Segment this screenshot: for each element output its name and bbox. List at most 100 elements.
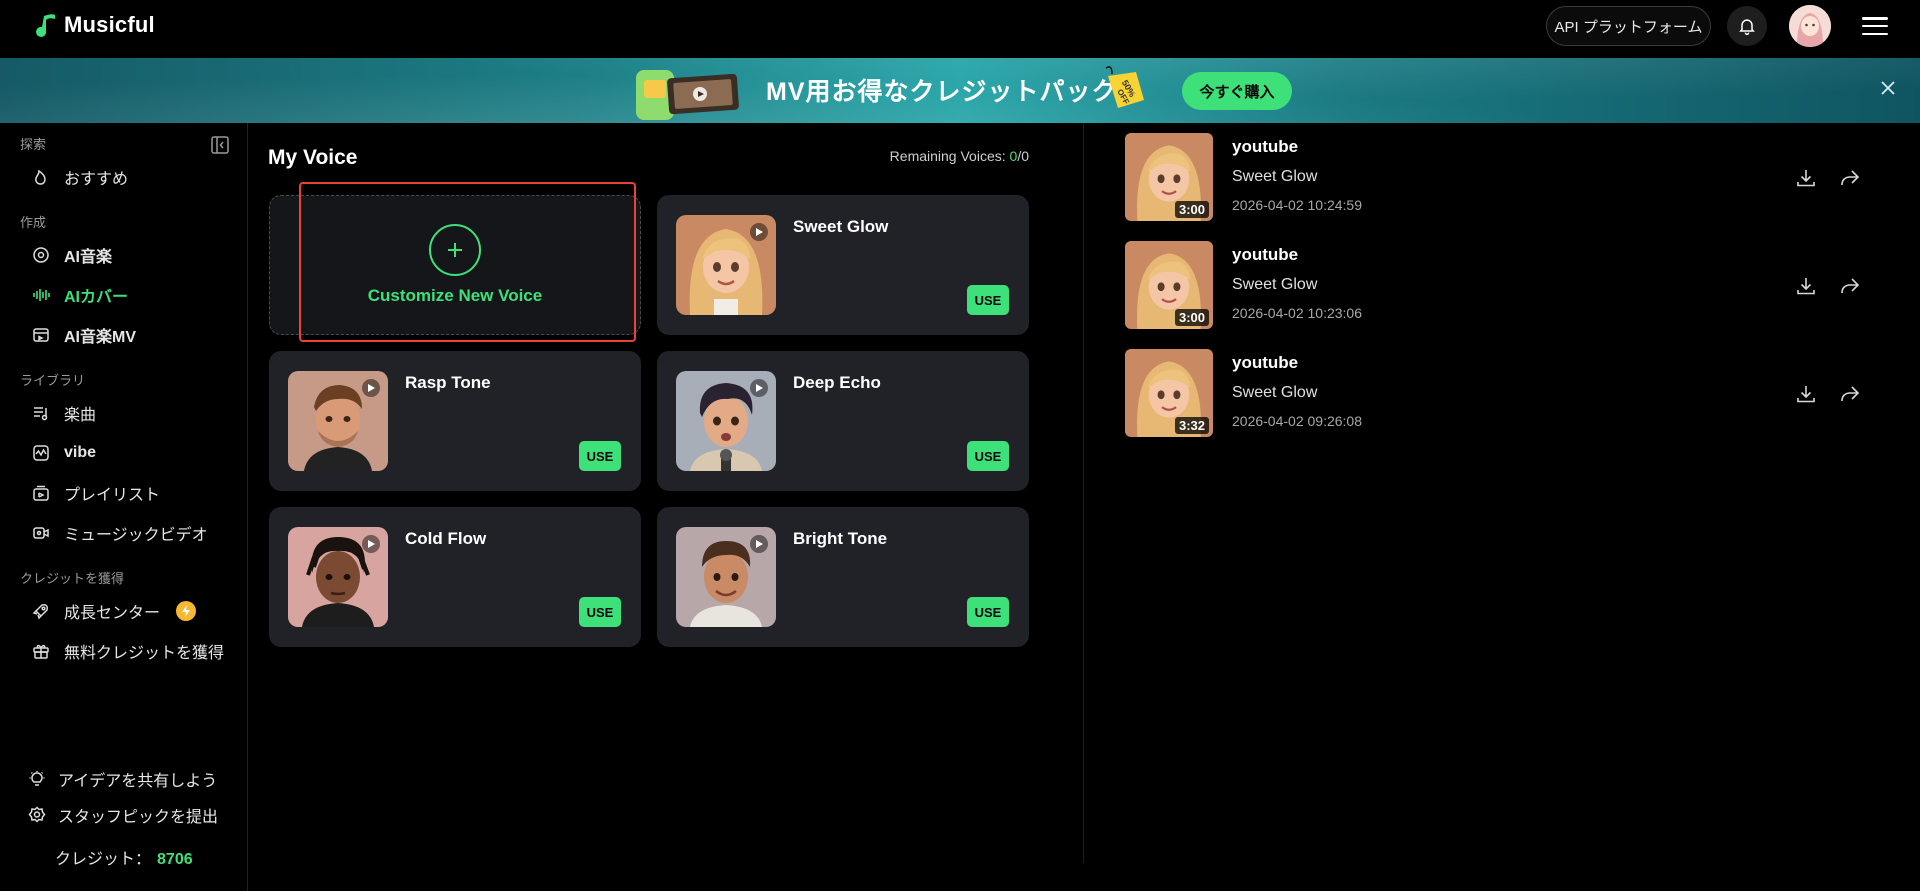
sidebar-item-label: プレイリスト	[64, 487, 161, 504]
panel-divider	[1083, 123, 1084, 863]
track-date: 2026-04-02 10:23:06	[1232, 305, 1362, 321]
voice-name: Sweet Glow	[793, 217, 889, 236]
sidebar-item-free-credits[interactable]: 無料クレジットを獲得	[32, 637, 224, 665]
track-source: youtube	[1232, 137, 1299, 156]
voice-card[interactable]: Bright Tone USE	[657, 507, 1029, 647]
sidebar-item-recommended[interactable]: おすすめ	[32, 163, 128, 191]
customize-voice-card[interactable]: Customize New Voice	[269, 195, 641, 335]
sidebar-item-label: おすすめ	[64, 171, 129, 188]
play-icon[interactable]	[362, 379, 380, 397]
close-icon[interactable]	[1878, 78, 1898, 98]
voice-avatar	[288, 527, 388, 627]
sidebar-item-ai-cover[interactable]: AIカバー	[32, 281, 128, 309]
voice-card[interactable]: Sweet Glow USE	[657, 195, 1029, 335]
page-title: My Voice	[268, 146, 358, 169]
sidebar: 探索 おすすめ 作成 AI音楽 AIカバー AI音楽MV ライブラリ 楽曲 vi…	[0, 123, 248, 891]
track-thumbnail: 3:00	[1125, 133, 1213, 221]
section-label-earn-credits: クレジットを獲得	[20, 571, 125, 586]
track-thumbnail: 3:32	[1125, 349, 1213, 437]
sidebar-item-songs[interactable]: 楽曲	[32, 399, 96, 427]
use-button[interactable]: USE	[967, 441, 1009, 471]
sidebar-item-label: 成長センター	[64, 605, 161, 622]
voice-name: Cold Flow	[405, 529, 487, 548]
film-icon	[33, 328, 49, 342]
banner-illustration	[636, 70, 739, 120]
sidebar-item-label: AIカバー	[64, 289, 129, 306]
app-logo[interactable]: Musicful	[36, 12, 155, 38]
share-icon[interactable]	[1839, 167, 1861, 189]
sidebar-item-growth-center[interactable]: 成長センター	[32, 597, 197, 625]
avatar-image	[1789, 5, 1831, 47]
track-date: 2026-04-02 10:24:59	[1232, 197, 1362, 213]
badge-icon	[28, 806, 46, 823]
credits-label: クレジット：	[55, 851, 152, 868]
waveform-icon	[33, 289, 50, 301]
vibe-icon	[33, 445, 49, 461]
use-button[interactable]: USE	[967, 285, 1009, 315]
buy-now-button[interactable]: 今すぐ購入	[1182, 72, 1292, 110]
playlist-icon	[33, 485, 49, 501]
download-icon[interactable]	[1795, 275, 1817, 297]
sidebar-item-vibe[interactable]: vibe	[32, 439, 96, 467]
disc-icon	[33, 247, 49, 263]
banner-title: MV用お得なクレジットパック	[766, 78, 1118, 106]
play-icon[interactable]	[750, 535, 768, 553]
submit-staff-pick-link[interactable]: スタッフピックを提出	[28, 803, 218, 827]
list-item[interactable]: 3:00 youtube Sweet Glow 2026-04-02 10:23…	[1125, 241, 1885, 331]
discount-tag: 50% OFF	[1105, 66, 1144, 108]
remaining-label: Remaining Voices:	[889, 148, 1010, 164]
customize-voice-label: Customize New Voice	[367, 286, 543, 305]
duration-badge: 3:32	[1174, 417, 1209, 434]
voice-name: Rasp Tone	[405, 373, 491, 392]
music-list-icon	[34, 407, 48, 421]
promo-banner[interactable]: MV用お得なクレジットパック 50% OFF 今すぐ購入	[0, 58, 1920, 123]
share-icon[interactable]	[1839, 383, 1861, 405]
use-button[interactable]: USE	[967, 597, 1009, 627]
sidebar-item-label: AI音楽	[64, 249, 113, 266]
play-icon[interactable]	[362, 535, 380, 553]
voice-avatar	[676, 527, 776, 627]
remaining-total: /0	[1017, 148, 1029, 164]
duration-badge: 3:00	[1174, 309, 1209, 326]
sidebar-item-music-video[interactable]: ミュージックビデオ	[32, 519, 208, 547]
voice-card[interactable]: Cold Flow USE	[269, 507, 641, 647]
sidebar-item-ai-music[interactable]: AI音楽	[32, 241, 112, 269]
flame-icon	[35, 169, 46, 185]
credits-display: クレジット： 8706	[55, 845, 193, 869]
list-item[interactable]: 3:00 youtube Sweet Glow 2026-04-02 10:24…	[1125, 133, 1885, 223]
notifications-button[interactable]	[1727, 6, 1767, 46]
track-name: Sweet Glow	[1232, 168, 1318, 185]
voice-name: Deep Echo	[793, 373, 881, 392]
menu-bar	[1862, 24, 1888, 28]
list-item[interactable]: 3:32 youtube Sweet Glow 2026-04-02 09:26…	[1125, 349, 1885, 439]
voice-card[interactable]: Deep Echo USE	[657, 351, 1029, 491]
track-thumbnail: 3:00	[1125, 241, 1213, 329]
play-icon[interactable]	[750, 223, 768, 241]
user-avatar[interactable]	[1789, 5, 1831, 47]
sidebar-item-playlist[interactable]: プレイリスト	[32, 479, 160, 507]
bell-icon	[1739, 19, 1755, 36]
section-label-create: 作成	[20, 215, 47, 230]
download-icon[interactable]	[1795, 167, 1817, 189]
plus-icon	[429, 224, 481, 276]
use-button[interactable]: USE	[579, 441, 621, 471]
submit-pick-label: スタッフピックを提出	[58, 809, 219, 826]
voice-card[interactable]: Rasp Tone USE	[269, 351, 641, 491]
voice-avatar	[676, 371, 776, 471]
download-icon[interactable]	[1795, 383, 1817, 405]
lightbulb-icon	[29, 771, 45, 786]
share-icon[interactable]	[1839, 275, 1861, 297]
voice-avatar	[676, 215, 776, 315]
top-bar: Musicful API プラットフォーム	[0, 0, 1920, 58]
section-label-library: ライブラリ	[20, 373, 86, 388]
track-name: Sweet Glow	[1232, 276, 1318, 293]
api-platform-button[interactable]: API プラットフォーム	[1546, 6, 1711, 46]
sidebar-item-label: vibe	[64, 444, 97, 461]
play-icon[interactable]	[750, 379, 768, 397]
sidebar-item-ai-music-mv[interactable]: AI音楽MV	[32, 321, 136, 349]
menu-button[interactable]	[1862, 14, 1888, 38]
sidebar-collapse-icon[interactable]	[211, 136, 229, 154]
voice-name: Bright Tone	[793, 529, 888, 548]
share-idea-link[interactable]: アイデアを共有しよう	[28, 767, 217, 791]
use-button[interactable]: USE	[579, 597, 621, 627]
